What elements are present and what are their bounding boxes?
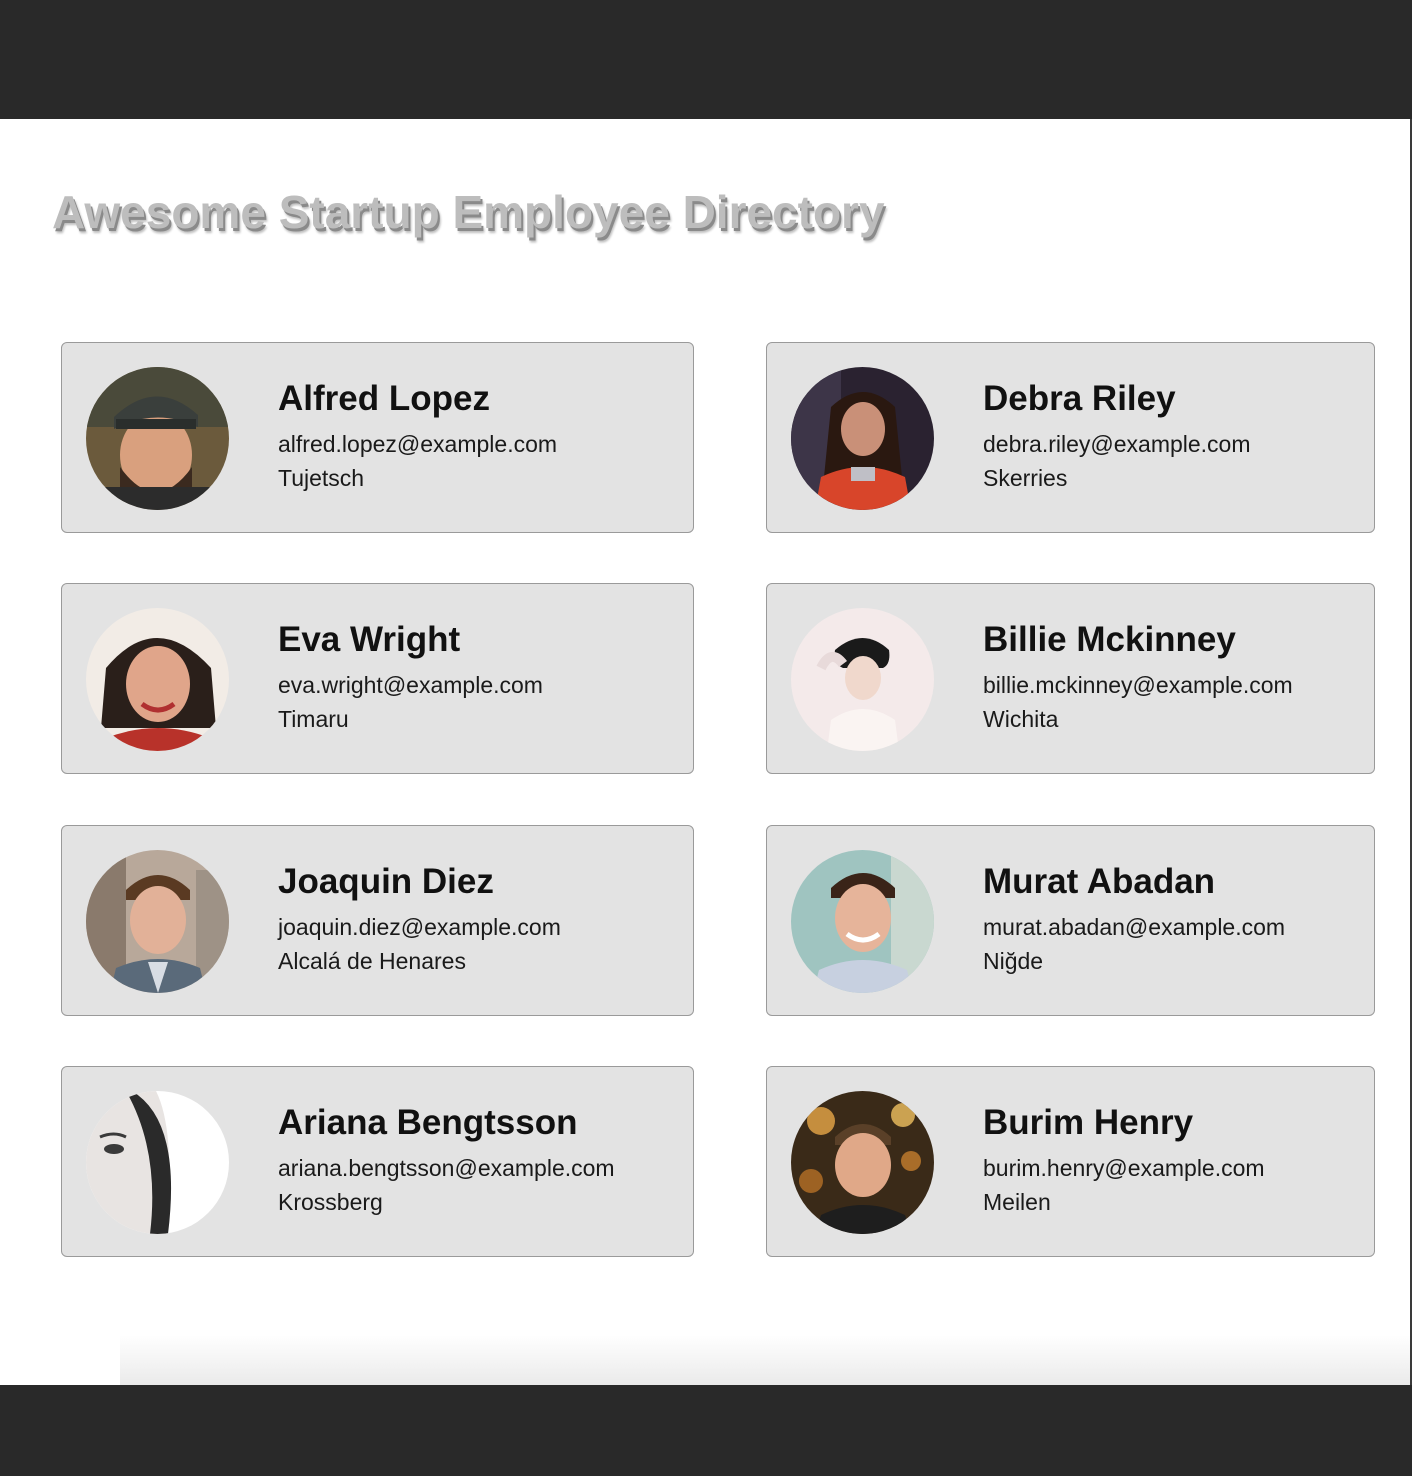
employee-city: Skerries (983, 465, 1068, 491)
employee-name: Eva Wright (278, 620, 461, 659)
employee-card[interactable]: Alfred Lopez alfred.lopez@example.com Tu… (61, 342, 694, 533)
employee-avatar[interactable] (791, 608, 934, 751)
employee-card[interactable]: Joaquin Diez joaquin.diez@example.com Al… (61, 825, 694, 1016)
employee-city: Tujetsch (278, 465, 365, 491)
employee-avatar[interactable] (86, 367, 229, 510)
employee-name: Alfred Lopez (278, 379, 490, 418)
employee-city: Meilen (983, 1189, 1051, 1215)
employee-avatar[interactable] (791, 850, 934, 993)
employee-email: ariana.bengtsson@example.com (278, 1155, 615, 1181)
employee-name: Billie Mckinney (983, 620, 1236, 659)
employee-avatar[interactable] (86, 608, 229, 751)
employee-card[interactable]: Burim Henry burim.henry@example.com Meil… (766, 1066, 1375, 1257)
employee-email: joaquin.diez@example.com (278, 914, 561, 940)
employee-name: Murat Abadan (983, 862, 1216, 901)
employee-email: murat.abadan@example.com (983, 914, 1286, 940)
employee-card[interactable]: Eva Wright eva.wright@example.com Timaru (61, 583, 694, 774)
employee-avatar[interactable] (86, 850, 229, 993)
employee-card[interactable]: Debra Riley debra.riley@example.com Sker… (766, 342, 1375, 533)
employee-card[interactable]: Murat Abadan murat.abadan@example.com Ni… (766, 825, 1375, 1016)
employee-city: Alcalá de Henares (278, 948, 466, 974)
employee-name: Burim Henry (983, 1103, 1194, 1142)
employee-email: eva.wright@example.com (278, 672, 543, 698)
employee-city: Timaru (278, 706, 349, 732)
employee-city: Niğde (983, 948, 1044, 974)
page-bottom-fade (120, 1335, 1410, 1385)
employee-email: burim.henry@example.com (983, 1155, 1265, 1181)
employee-name: Joaquin Diez (278, 862, 494, 901)
employee-city: Wichita (983, 706, 1059, 732)
employee-avatar[interactable] (791, 1091, 934, 1234)
employee-avatar[interactable] (791, 367, 934, 510)
employee-name: Ariana Bengtsson (278, 1103, 578, 1142)
directory-page: Awesome Startup Employee Directory Alfre… (0, 119, 1410, 1385)
top-frame-bar (0, 0, 1412, 119)
employee-email: alfred.lopez@example.com (278, 431, 558, 457)
employee-email: debra.riley@example.com (983, 431, 1251, 457)
employee-name: Debra Riley (983, 379, 1176, 418)
employee-city: Krossberg (278, 1189, 383, 1215)
bottom-frame-bar (0, 1385, 1412, 1476)
employee-avatar[interactable] (86, 1091, 229, 1234)
employee-card[interactable]: Billie Mckinney billie.mckinney@example.… (766, 583, 1375, 774)
employee-email: billie.mckinney@example.com (983, 672, 1293, 698)
employee-card[interactable]: Ariana Bengtsson ariana.bengtsson@exampl… (61, 1066, 694, 1257)
page-title: Awesome Startup Employee Directory (52, 186, 885, 238)
